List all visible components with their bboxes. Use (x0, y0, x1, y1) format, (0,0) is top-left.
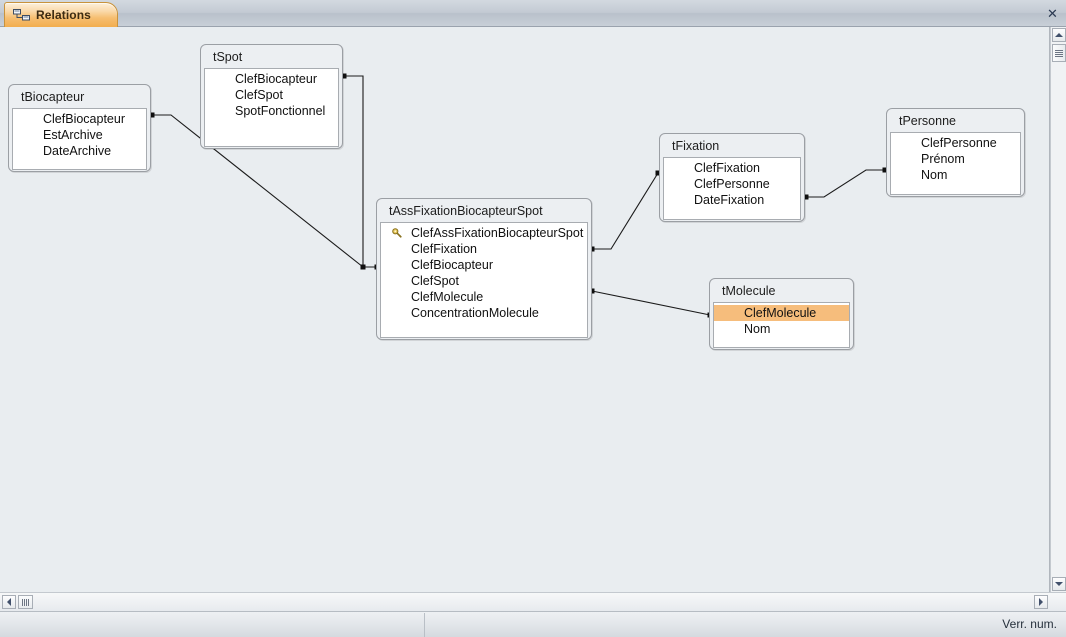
table-box-tSpot[interactable]: tSpot ClefBiocapteur ClefSpot SpotFonctionn… (200, 44, 343, 149)
status-numlock-indicator: Verr. num. (1002, 617, 1057, 631)
table-box-tAssFixationBiocapteurSpot[interactable]: tAssFixationBiocapteurSpot ClefAssFixatio… (376, 198, 592, 340)
table-field-list: ClefFixation ClefPersonne DateFixation (663, 157, 801, 220)
relationship-endpoint (360, 264, 366, 270)
table-field-list: ClefAssFixationBiocapteurSpot ClefFixatio… (380, 222, 588, 338)
field-name: ClefFixation (411, 242, 477, 256)
table-field-row[interactable]: Prénom (891, 151, 1020, 167)
table-title[interactable]: tAssFixationBiocapteurSpot (380, 202, 588, 222)
vertical-scrollbar[interactable] (1050, 27, 1066, 592)
table-title[interactable]: tSpot (204, 48, 339, 68)
table-field-row[interactable]: EstArchive (13, 127, 146, 143)
field-name: SpotFonctionnel (235, 104, 326, 118)
status-bar: Verr. num. (0, 611, 1066, 637)
relationship-line-tAssFixationBiocapteurSpot-tFixation[interactable] (592, 172, 659, 250)
table-field-row[interactable]: ClefAssFixationBiocapteurSpot (381, 225, 587, 241)
grip-icon (1055, 49, 1063, 57)
document-tab-strip: Relations ✕ (0, 0, 1066, 27)
horizontal-scrollbar[interactable] (0, 592, 1066, 611)
table-field-row[interactable]: ClefFixation (381, 241, 587, 257)
field-name: Nom (921, 168, 948, 182)
table-field-row[interactable]: DateFixation (664, 192, 800, 208)
scroll-down-icon[interactable] (1052, 577, 1066, 591)
field-name: ClefMolecule (744, 306, 817, 320)
table-field-row[interactable]: Nom (891, 167, 1020, 183)
grip-icon (22, 598, 29, 606)
field-name: Prénom (921, 152, 965, 166)
access-relations-window: Relations ✕ tBiocapteur ClefBiocapteur Est… (0, 0, 1066, 637)
table-field-row[interactable]: ClefPersonne (664, 176, 800, 192)
table-field-row[interactable]: ClefBiocapteur (13, 111, 146, 127)
tab-label: Relations (36, 8, 91, 22)
table-field-row[interactable]: ClefBiocapteur (205, 71, 338, 87)
table-box-tFixation[interactable]: tFixation ClefFixation ClefPersonne DateFix… (659, 133, 805, 222)
field-name: DateArchive (43, 144, 112, 158)
field-name: ClefSpot (235, 88, 283, 102)
table-field-row[interactable]: ClefPersonne (891, 135, 1020, 151)
status-separator (424, 613, 425, 637)
field-name: EstArchive (43, 128, 103, 142)
close-icon[interactable]: ✕ (1043, 4, 1062, 23)
horizontal-scrollbar-thumb[interactable] (18, 595, 33, 609)
table-field-row[interactable]: ClefSpot (381, 273, 587, 289)
table-field-row[interactable]: ClefMolecule (381, 289, 587, 305)
relationship-line-tAssFixationBiocapteurSpot-tMolecule[interactable] (591, 290, 711, 316)
field-name: ClefBiocapteur (235, 72, 317, 86)
field-name: DateFixation (694, 193, 765, 207)
table-field-list: ClefMolecule Nom (713, 302, 850, 348)
scroll-left-icon[interactable] (2, 595, 16, 609)
field-name: Nom (744, 322, 771, 336)
table-title[interactable]: tMolecule (713, 282, 850, 302)
table-field-row[interactable]: ClefFixation (664, 160, 800, 176)
table-field-row[interactable]: ClefSpot (205, 87, 338, 103)
field-name: ClefSpot (411, 274, 459, 288)
field-name: ClefMolecule (411, 290, 484, 304)
tab-relations[interactable]: Relations (4, 2, 118, 27)
table-field-row[interactable]: SpotFonctionnel (205, 103, 338, 119)
scroll-up-icon[interactable] (1052, 28, 1066, 42)
table-box-tBiocapteur[interactable]: tBiocapteur ClefBiocapteur EstArchive DateA… (8, 84, 151, 172)
field-name: ClefPersonne (921, 136, 997, 150)
table-title[interactable]: tBiocapteur (12, 88, 147, 108)
table-field-list: ClefBiocapteur EstArchive DateArchive (12, 108, 147, 170)
vertical-scrollbar-thumb[interactable] (1052, 44, 1066, 62)
relations-canvas[interactable]: tBiocapteur ClefBiocapteur EstArchive DateA… (0, 27, 1050, 592)
table-field-list: ClefPersonne Prénom Nom (890, 132, 1021, 195)
field-name: ClefAssFixationBiocapteurSpot (411, 226, 584, 240)
table-title[interactable]: tPersonne (890, 112, 1021, 132)
table-field-row[interactable]: ClefMolecule (714, 305, 849, 321)
table-field-row[interactable]: ConcentrationMolecule (381, 305, 587, 321)
relationships-icon (13, 8, 30, 23)
table-field-list: ClefBiocapteur ClefSpot SpotFonctionnel (204, 68, 339, 147)
primary-key-icon (387, 227, 407, 239)
table-field-row[interactable]: ClefBiocapteur (381, 257, 587, 273)
table-field-row[interactable]: DateArchive (13, 143, 146, 159)
field-name: ClefBiocapteur (43, 112, 125, 126)
table-box-tPersonne[interactable]: tPersonne ClefPersonne Prénom Nom (886, 108, 1025, 197)
scroll-right-icon[interactable] (1034, 595, 1048, 609)
relationship-line-tFixation-tPersonne[interactable] (806, 169, 885, 198)
field-name: ClefPersonne (694, 177, 770, 191)
relationship-line-tSpot-tAssFixationBiocapteurSpot[interactable] (344, 75, 377, 268)
table-field-row[interactable]: Nom (714, 321, 849, 337)
table-box-tMolecule[interactable]: tMolecule ClefMolecule Nom (709, 278, 854, 350)
field-name: ClefBiocapteur (411, 258, 493, 272)
table-title[interactable]: tFixation (663, 137, 801, 157)
field-name: ConcentrationMolecule (411, 306, 539, 320)
field-name: ClefFixation (694, 161, 760, 175)
